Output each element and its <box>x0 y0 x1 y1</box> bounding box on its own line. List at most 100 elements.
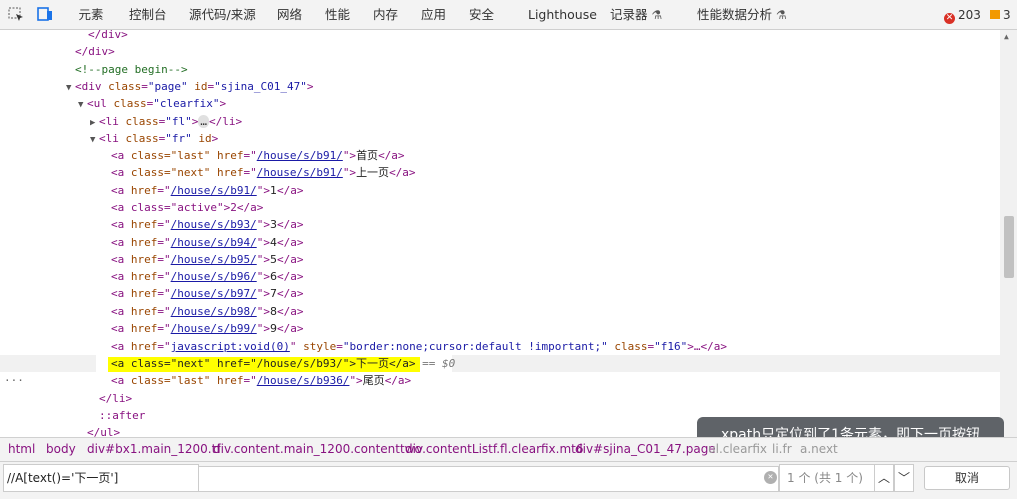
breadcrumb-item[interactable]: div.content.main_1200.contenttwo <box>213 442 422 456</box>
link-href[interactable]: /house/s/b91/ <box>171 184 257 197</box>
breadcrumb-item[interactable]: div#sjina_C01_47.page <box>575 442 716 456</box>
tag-text: </a> <box>276 305 304 318</box>
attr-name: href <box>216 166 244 179</box>
dom-node-js-link[interactable]: <a href="javascript:void(0)" style="bord… <box>0 338 1000 355</box>
tab-network[interactable]: 网络 <box>277 0 302 29</box>
dom-node-link[interactable]: <a class="last" href="/house/s/b91/">首页<… <box>0 147 1000 164</box>
link-href[interactable]: /house/s/b97/ <box>171 287 257 300</box>
breadcrumb-item[interactable]: div#bx1.main_1200.tf <box>87 442 221 456</box>
tab-elements[interactable]: 元素 <box>66 0 116 29</box>
link-href[interactable]: /house/s/b91/ <box>257 166 343 179</box>
breadcrumb-item[interactable]: html <box>8 442 35 456</box>
dom-node-li-fl[interactable]: ▶ <li class="fl">… </li> <box>0 113 1000 130</box>
link-text: 5 <box>269 253 277 266</box>
ellipsis-button[interactable]: … <box>198 115 209 128</box>
tab-application[interactable]: 应用 <box>421 0 446 29</box>
dom-comment[interactable]: <!--page begin--> <box>0 61 1000 78</box>
dom-node-link[interactable]: <a class="active">2</a> <box>0 199 1000 216</box>
selected-node-markup[interactable]: <a class="next" href="/house/s/b93/">下一页… <box>111 355 455 372</box>
chevron-up-icon: ︿ <box>877 471 890 485</box>
tag-text: >…</a> <box>687 340 727 353</box>
dom-node[interactable]: </div> <box>0 43 1000 60</box>
tag-text: </a> <box>276 236 304 249</box>
tab-console[interactable]: 控制台 <box>129 0 167 29</box>
link-href[interactable]: /house/s/b98/ <box>171 305 257 318</box>
tab-security[interactable]: 安全 <box>469 0 494 29</box>
dom-node-link[interactable]: <a href="/house/s/b97/">7</a> <box>0 285 1000 302</box>
dom-node-link[interactable]: <a href="/house/s/b96/">6</a> <box>0 268 1000 285</box>
next-match-button[interactable]: ﹀ <box>894 464 914 492</box>
attr-name: class <box>125 132 159 145</box>
scrollbar-thumb[interactable] <box>1004 216 1014 278</box>
tag-text: </ul> <box>87 426 121 437</box>
link-href[interactable]: /house/s/b91/ <box>257 149 343 162</box>
dom-node-link[interactable]: <a href="/house/s/b98/">8</a> <box>0 303 1000 320</box>
dom-node-link[interactable]: <a href="/house/s/b94/">4</a> <box>0 234 1000 251</box>
warning-icon <box>990 10 1000 19</box>
tab-performance[interactable]: 性能 <box>325 0 350 29</box>
attr-name: id <box>194 80 208 93</box>
devtools-tab-bar: 元素 控制台 源代码/来源 网络 性能 内存 应用 安全 Lighthouse … <box>0 0 1017 30</box>
tag-text: <a <box>111 149 131 162</box>
breadcrumb-item[interactable]: a.next <box>800 442 838 456</box>
dom-node-link[interactable]: <a href="/house/s/b93/">3</a> <box>0 216 1000 233</box>
link-href[interactable]: /house/s/b96/ <box>171 270 257 283</box>
dom-node-link[interactable]: <a class="next" href="/house/s/b91/">上一页… <box>0 164 1000 181</box>
link-href[interactable]: /house/s/b93/ <box>171 218 257 231</box>
tab-lighthouse[interactable]: Lighthouse <box>528 0 597 29</box>
tab-sources[interactable]: 源代码/来源 <box>189 0 256 29</box>
tag-text: "> <box>256 322 270 335</box>
tag-text: </div> <box>75 45 115 58</box>
breadcrumb-item[interactable]: div.contentListf.fl.clearfix.mt6 <box>405 442 584 456</box>
breadcrumb-item[interactable]: li.fr <box>772 442 792 456</box>
tag-text: </a> <box>276 270 304 283</box>
error-counter[interactable]: ✕ 203 <box>944 8 981 24</box>
tag-text: =" <box>157 305 171 318</box>
warning-count: 3 <box>1003 8 1011 22</box>
link-href[interactable]: /house/s/b99/ <box>171 322 257 335</box>
warning-counter[interactable]: 3 <box>990 8 1011 22</box>
link-href[interactable]: /house/s/b94/ <box>171 236 257 249</box>
dom-node-link[interactable]: <a href="/house/s/b95/">5</a> <box>0 251 1000 268</box>
clear-search-icon[interactable]: ✕ <box>764 471 777 484</box>
attr-text: class="last" <box>130 374 217 387</box>
tag-text: =" <box>243 149 257 162</box>
dom-node-div-page[interactable]: ▼ <div class="page" id="sjina_C01_47"> <box>0 78 1000 95</box>
breadcrumb-item[interactable]: ul.clearfix <box>708 442 767 456</box>
device-toolbar-icon[interactable] <box>37 7 53 21</box>
link-href[interactable]: /house/s/b936/ <box>257 374 350 387</box>
breadcrumb-item[interactable]: body <box>46 442 76 456</box>
scroll-up-arrow-icon[interactable]: ▲ <box>1004 32 1009 41</box>
tab-memory[interactable]: 内存 <box>373 0 398 29</box>
tag-text: =" <box>157 270 171 283</box>
breadcrumb: html body div#bx1.main_1200.tf div.conte… <box>0 437 1017 461</box>
dom-node-last[interactable]: <a class="last" href="/house/s/b936/">尾页… <box>0 372 1000 389</box>
dom-node-link[interactable]: <a href="/house/s/b99/">9</a> <box>0 320 1000 337</box>
tag-text: <a <box>111 287 131 300</box>
tag-text: "> <box>342 149 357 162</box>
dom-node-link[interactable]: <a href="/house/s/b91/">1</a> <box>0 182 1000 199</box>
cancel-button[interactable]: 取消 <box>924 466 1010 490</box>
tag-text: </li> <box>99 392 133 405</box>
chevron-down-icon: ﹀ <box>897 471 910 485</box>
link-href[interactable]: /house/s/b95/ <box>171 253 257 266</box>
inspect-element-icon[interactable] <box>8 7 24 21</box>
expand-triangle-icon[interactable]: ▼ <box>78 97 87 114</box>
link-text: 8 <box>269 305 277 318</box>
dom-node[interactable]: </li> <box>0 390 1000 407</box>
dom-node[interactable]: </div> <box>0 30 1000 43</box>
dom-node-ul[interactable]: ▼ <ul class="clearfix"> <box>0 95 1000 112</box>
previous-match-button[interactable]: ︿ <box>874 464 894 492</box>
tab-performance-insights[interactable]: 性能数据分析 ⚗ <box>697 0 787 29</box>
search-field-remainder[interactable] <box>199 466 779 492</box>
link-text: 尾页 <box>362 374 385 387</box>
tab-recorder[interactable]: 记录器 ⚗ <box>610 0 662 29</box>
dom-node-li-fr[interactable]: ▼ <li class="fr" id> <box>0 130 1000 147</box>
xpath-search-input[interactable]: //A[text()='下一页'] <box>3 464 199 492</box>
tag-text: =" <box>157 253 171 266</box>
js-link-href[interactable]: javascript:void(0) <box>171 340 290 353</box>
style-value: "border:none;cursor:default !important;" <box>342 340 608 353</box>
tag-text: <ul <box>87 97 114 110</box>
tag-text: "> <box>256 184 270 197</box>
vertical-scrollbar[interactable]: ▲ <box>1000 30 1017 437</box>
